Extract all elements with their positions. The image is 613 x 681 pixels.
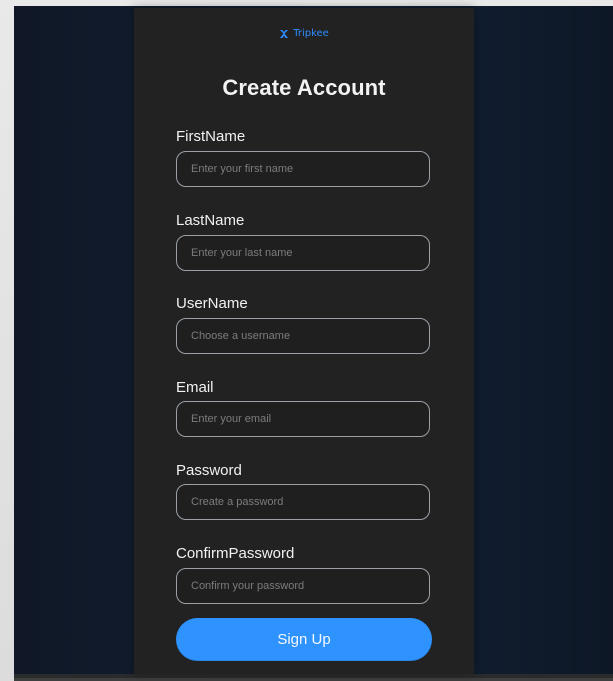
- last-name-input[interactable]: [176, 235, 430, 271]
- email-label: Email: [176, 379, 214, 396]
- brand-logo: Tripkee: [134, 28, 474, 39]
- confirm-password-input[interactable]: [176, 568, 430, 604]
- first-name-input[interactable]: [176, 151, 430, 187]
- last-name-label: LastName: [176, 212, 245, 229]
- email-input[interactable]: [176, 401, 430, 437]
- password-label: Password: [176, 462, 242, 479]
- username-label: UserName: [176, 295, 248, 312]
- sign-up-button[interactable]: Sign Up: [176, 618, 432, 661]
- page-title: Create Account: [222, 75, 386, 100]
- password-input[interactable]: [176, 484, 430, 520]
- screenshot-frame: Tripkee Create Account FirstName LastNam…: [0, 0, 613, 681]
- username-input[interactable]: [176, 318, 430, 354]
- first-name-label: FirstName: [176, 128, 246, 145]
- signup-card: Tripkee Create Account FirstName LastNam…: [134, 8, 474, 674]
- tripkee-logo-icon: [279, 29, 289, 39]
- confirm-password-label: ConfirmPassword: [176, 545, 295, 562]
- bottom-strip: [14, 674, 613, 681]
- brand-name: Tripkee: [293, 28, 329, 39]
